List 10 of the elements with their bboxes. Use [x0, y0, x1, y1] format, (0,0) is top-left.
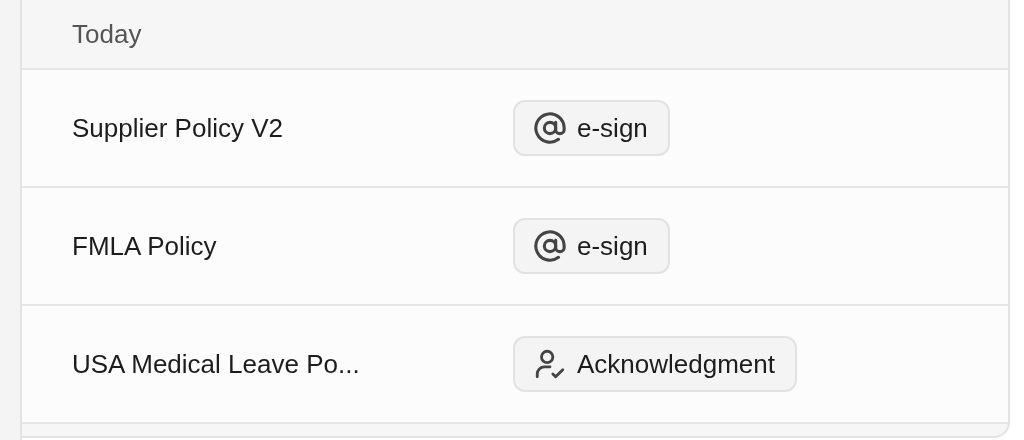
at-icon [533, 111, 567, 145]
document-name: FMLA Policy [72, 230, 218, 262]
document-name: Supplier Policy V2 [72, 112, 284, 144]
signature-type-tag: Acknowledgment [513, 336, 797, 392]
document-name: USA Medical Leave Po... [72, 348, 361, 380]
at-icon [533, 229, 567, 263]
user-check-icon [533, 347, 567, 381]
section-title: Today [72, 18, 142, 50]
signature-type-tag: e-sign [513, 100, 670, 156]
signature-type-tag: e-sign [513, 218, 670, 274]
